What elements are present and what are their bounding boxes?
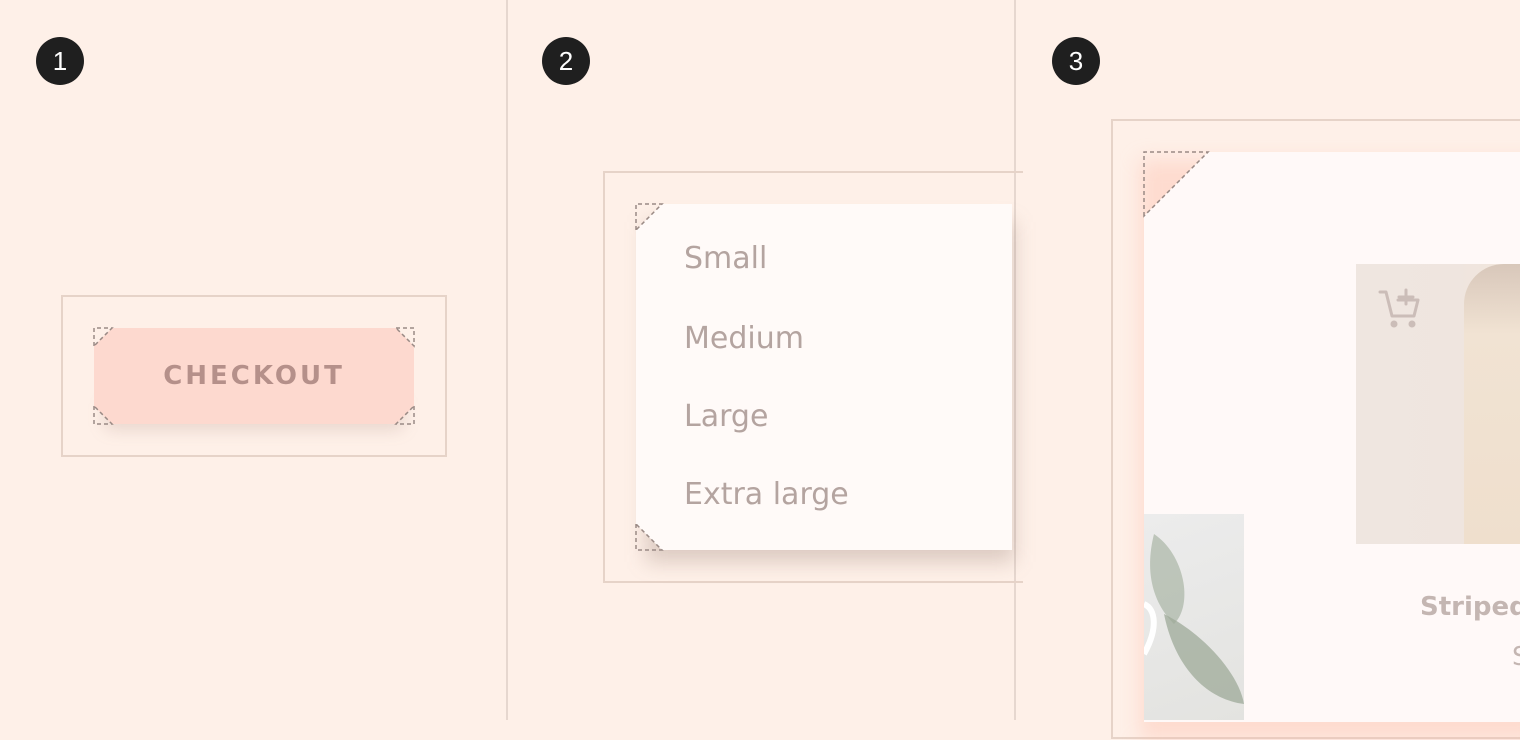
add-to-cart-icon[interactable]	[1376, 284, 1424, 332]
step-badge-1: 1	[36, 37, 84, 85]
menu-item-extra-large[interactable]: Extra large	[684, 477, 849, 512]
step-badge-3: 3	[1052, 37, 1100, 85]
secondary-product-photo[interactable]	[1144, 514, 1244, 720]
leaf-illustration	[1144, 534, 1244, 704]
panel-divider-1	[506, 0, 508, 720]
menu-item-medium[interactable]: Medium	[684, 321, 804, 356]
product-price: S	[1512, 642, 1520, 672]
step-badge-2: 2	[542, 37, 590, 85]
menu-item-large[interactable]: Large	[684, 399, 768, 434]
product-title[interactable]: Striped	[1420, 592, 1520, 622]
menu-item-small[interactable]: Small	[684, 241, 767, 276]
checkout-button[interactable]: CHECKOUT	[94, 328, 414, 424]
product-photo-figure	[1464, 264, 1520, 544]
